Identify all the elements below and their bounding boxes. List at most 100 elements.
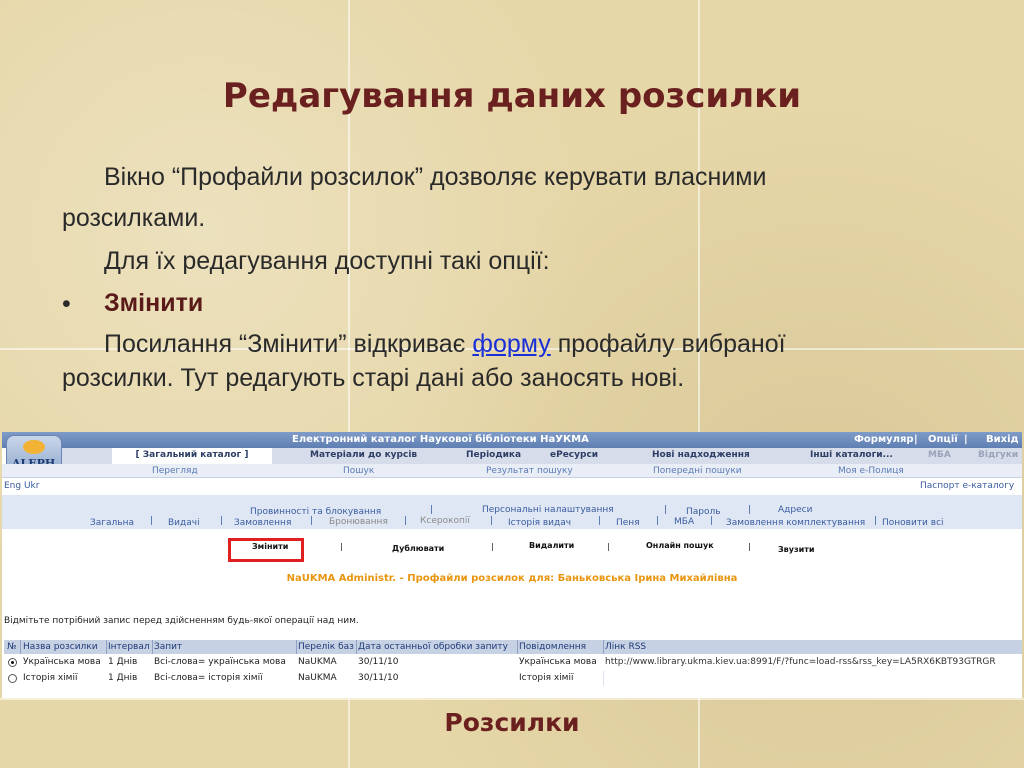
main-nav: [ Загальний каталог ] Матеріали до курсі…: [62, 448, 1022, 464]
row-radio[interactable]: [8, 658, 17, 669]
acct-separator: |: [664, 505, 668, 515]
tab-feedback[interactable]: Відгуки: [978, 450, 1018, 460]
col-divider: [356, 640, 357, 654]
cell-message: Історія хімії: [519, 673, 574, 683]
tab-mba[interactable]: МБА: [928, 450, 951, 460]
top-link-formular[interactable]: Формуляр: [854, 434, 914, 445]
acct-link-fines[interactable]: Пеня: [616, 518, 640, 528]
acct-link-loan-history[interactable]: Історія видач: [508, 518, 571, 528]
catalog-passport-link[interactable]: Паспорт е-каталогу: [920, 481, 1014, 491]
col-last-processed: Дата останньої обробки запиту: [358, 642, 508, 652]
action-online-search[interactable]: Онлайн пошук: [646, 541, 714, 550]
col-message: Повідомлення: [519, 642, 587, 652]
profiles-table: № Назва розсилки Інтервал Запит Перелік …: [4, 640, 1022, 688]
cell-name: Українська мова: [23, 657, 101, 667]
paragraph-change-text: Посилання “Змінити” відкриває: [104, 330, 473, 358]
action-separator: |: [607, 542, 610, 551]
change-highlight-box: [228, 538, 304, 562]
cell-date: 30/11/10: [358, 657, 399, 667]
tab-eresources[interactable]: еРесурси: [550, 450, 598, 460]
paragraph-intro-line2: розсилками.: [62, 204, 206, 232]
table-header: № Назва розсилки Інтервал Запит Перелік …: [4, 640, 1022, 654]
col-divider: [517, 640, 518, 654]
tab-other-catalogs[interactable]: Інші каталоги...: [810, 450, 893, 460]
cell-date: 30/11/10: [358, 673, 399, 683]
subtab-results[interactable]: Результат пошуку: [486, 466, 573, 476]
profile-list-title: NaUKMA Administr. - Профайли розсилок дл…: [286, 573, 738, 584]
acct-link-ill[interactable]: МБА: [674, 517, 694, 527]
action-duplicate[interactable]: Дублювати: [392, 544, 444, 553]
acct-link-renew-all[interactable]: Поновити всі: [882, 518, 944, 528]
top-link-separator: |: [964, 434, 968, 445]
top-link-options[interactable]: Опції: [928, 434, 958, 445]
tab-new-arrivals[interactable]: Нові надходження: [652, 450, 750, 460]
subtab-browse[interactable]: Перегляд: [152, 466, 198, 476]
col-divider: [20, 640, 21, 654]
acct-separator: |: [874, 516, 878, 526]
col-query: Запит: [154, 642, 183, 652]
acct-link-general[interactable]: Загальна: [90, 518, 134, 528]
col-bases: Перелік баз: [298, 642, 354, 652]
acct-separator: |: [598, 516, 602, 526]
paragraph-change-text-after: профайлу вибраної: [550, 330, 786, 358]
cell-bases: NaUKMA: [298, 657, 337, 667]
top-link-exit[interactable]: Вихід: [986, 434, 1019, 445]
col-divider: [603, 640, 604, 654]
acct-separator: |: [656, 516, 660, 526]
acct-link-blocks[interactable]: Провинності та блокування: [250, 507, 381, 517]
col-divider: [152, 640, 153, 654]
profile-actions: Змінити | Дублювати | Видалити | Онлайн …: [2, 529, 1022, 569]
selection-hint: Відмітьте потрібний запис перед здійснен…: [4, 616, 359, 626]
tile-line: [0, 698, 1024, 700]
bullet-marker: •: [62, 290, 71, 318]
table-row[interactable]: Українська мова 1 Днів Всі-слова= україн…: [4, 655, 1022, 670]
slide-title: Редагування даних розсилки: [222, 76, 802, 116]
cell-message: Українська мова: [519, 657, 597, 667]
acct-link-loans[interactable]: Видачі: [168, 518, 200, 528]
cell-query: Всі-слова= історія хімії: [154, 673, 263, 683]
language-row: Eng Ukr Паспорт е-каталогу: [2, 477, 1022, 496]
action-separator: |: [340, 542, 343, 551]
table-row[interactable]: Історія хімії 1 Днів Всі-слова= історія …: [4, 671, 1022, 686]
acct-separator: |: [430, 505, 434, 515]
acct-link-password[interactable]: Пароль: [686, 507, 721, 517]
acct-link-orders[interactable]: Замовлення: [234, 518, 291, 528]
form-link[interactable]: форму: [472, 330, 550, 358]
cell-interval: 1 Днів: [108, 673, 138, 683]
action-separator: |: [491, 542, 494, 551]
col-interval: Інтервал: [108, 642, 150, 652]
acct-link-holds[interactable]: Бронювання: [329, 517, 388, 527]
account-menu: Провинності та блокування | Персональні …: [2, 495, 1022, 529]
cell-name: Історія хімії: [23, 673, 78, 683]
acct-link-photocopies[interactable]: Ксерокопії: [420, 516, 470, 526]
acct-link-acquisition-orders[interactable]: Замовлення комплектування: [726, 518, 865, 528]
acct-separator: |: [490, 516, 494, 526]
tab-general-catalog[interactable]: [ Загальний каталог ]: [112, 448, 272, 464]
row-radio[interactable]: [8, 674, 17, 685]
language-switch[interactable]: Eng Ukr: [4, 481, 39, 491]
subtab-search[interactable]: Пошук: [343, 466, 374, 476]
bullet-item-change: Змінити: [104, 289, 204, 317]
aleph-top-bar: Електронний каталог Наукової бібліотеки …: [2, 432, 1022, 448]
subtab-previous-searches[interactable]: Попередні пошуки: [653, 466, 742, 476]
action-narrow[interactable]: Звузити: [778, 545, 814, 554]
acct-separator: |: [710, 516, 714, 526]
slide-caption: Розсилки: [444, 708, 580, 737]
radio-unselected-icon: [8, 674, 17, 683]
catalog-title: Електронний каталог Наукової бібліотеки …: [292, 434, 589, 445]
acct-separator: |: [748, 505, 752, 515]
acct-separator: |: [150, 516, 154, 526]
acct-separator: |: [220, 516, 224, 526]
col-number: №: [7, 642, 17, 652]
subtab-my-eshelf[interactable]: Моя е-Полиця: [838, 466, 904, 476]
cell-rss-link[interactable]: http://www.library.ukma.kiev.ua:8991/F/?…: [605, 657, 1022, 667]
acct-link-addresses[interactable]: Адреси: [778, 505, 812, 515]
cell-bases: NaUKMA: [298, 673, 337, 683]
paragraph-change-desc: Посилання “Змінити” відкриває форму проф…: [104, 327, 786, 361]
tab-course-materials[interactable]: Матеріали до курсів: [310, 450, 417, 460]
action-delete[interactable]: Видалити: [529, 541, 574, 550]
acct-link-settings[interactable]: Персональні налаштування: [482, 505, 614, 515]
tab-periodicals[interactable]: Періодика: [466, 450, 521, 460]
paragraph-options: Для їх редагування доступні такі опції:: [104, 247, 550, 275]
col-rss: Лінк RSS: [605, 642, 647, 652]
